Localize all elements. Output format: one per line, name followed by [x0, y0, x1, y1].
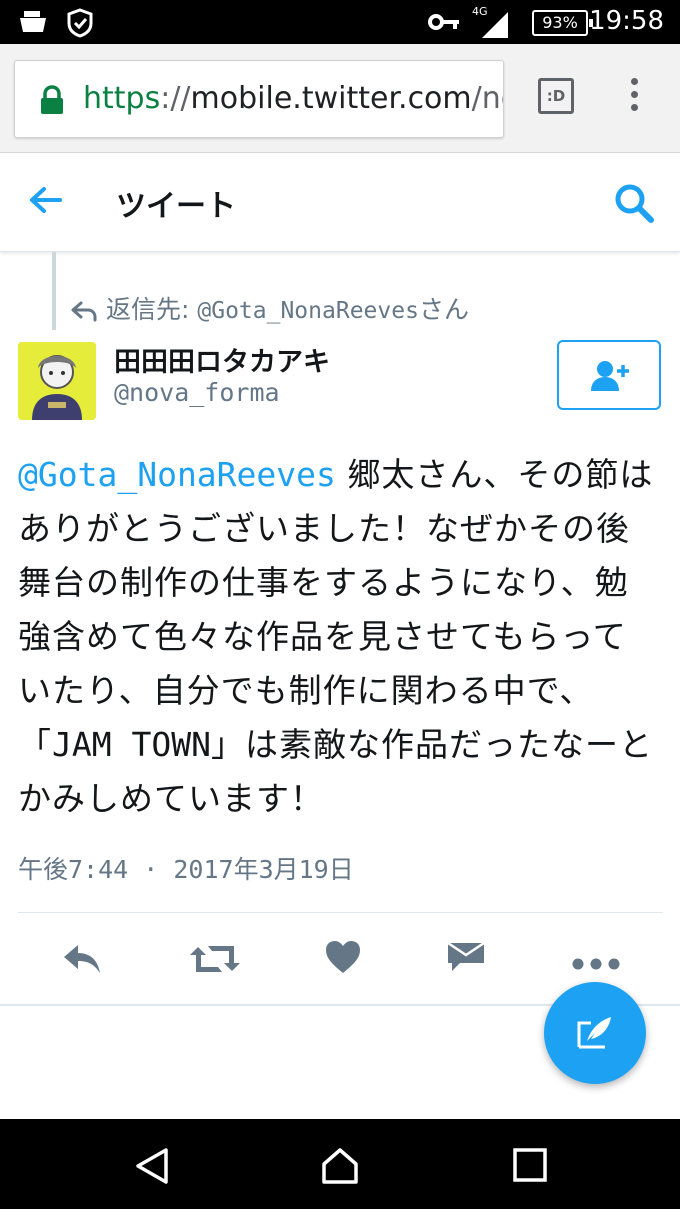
clock: 19:58 [589, 6, 664, 36]
author-display-name[interactable]: 田田田ロタカアキ [114, 340, 330, 379]
battery-level: 93% [542, 13, 578, 32]
app-bar: ツイート [0, 153, 680, 252]
reply-icon[interactable] [60, 941, 104, 981]
like-heart-icon[interactable] [324, 939, 362, 979]
tweet-line-1: 郷太さん、その節は [335, 455, 654, 494]
follow-button[interactable] [557, 340, 661, 410]
page-title: ツイート [116, 189, 236, 224]
nav-back-icon[interactable] [134, 1147, 170, 1189]
url-bar[interactable]: https://mobile.twitter.com/nov [14, 60, 504, 138]
reply-suffix: さん [418, 295, 469, 324]
url-separator: :// [160, 81, 191, 116]
tweet-timestamp: 午後7:44 · 2017年3月19日 [18, 855, 354, 884]
tweet-line-6-title: JAM TOWN [52, 725, 211, 764]
back-arrow-icon[interactable] [28, 185, 62, 219]
nav-home-icon[interactable] [320, 1147, 360, 1189]
search-icon[interactable] [612, 181, 656, 229]
tweet-line-6-rest: 」は素敵な作品だったなーと [210, 725, 653, 764]
key-icon [428, 12, 460, 36]
lock-icon [39, 85, 65, 119]
overflow-menu-icon[interactable] [631, 78, 639, 117]
browser-toolbar: https://mobile.twitter.com/nov :D [0, 44, 680, 153]
compose-tweet-button[interactable] [544, 982, 646, 1084]
shield-icon [66, 8, 94, 42]
tweet-line-6-open: 「 [18, 725, 52, 764]
signal-icon: 4G [472, 4, 512, 44]
notification-icon [16, 8, 50, 40]
url-path: /nov [471, 81, 503, 116]
divider [18, 912, 663, 913]
reply-small-icon [71, 301, 97, 322]
url-text: https://mobile.twitter.com/nov [83, 81, 503, 116]
tweet-actions [0, 935, 680, 985]
battery-icon: 93% [532, 10, 593, 36]
thread-connector [52, 252, 56, 330]
tweet-line-3: 舞台の制作の仕事をするようになり、勉 [18, 563, 629, 602]
network-type: 4G [472, 5, 488, 18]
compose-feather-icon [577, 1017, 611, 1049]
reply-prefix: 返信先: [106, 295, 198, 324]
avatar[interactable] [18, 342, 96, 420]
reply-context[interactable]: 返信先: @Gota_NonaReevesさん [70, 290, 469, 326]
nav-recents-icon[interactable] [512, 1147, 548, 1187]
direct-message-icon[interactable] [446, 941, 486, 977]
tweet-line-5: いたり、自分でも制作に関わる中で、 [18, 671, 594, 710]
tweet-mention[interactable]: @Gota_NonaReeves [18, 455, 336, 494]
tweet-line-2: ありがとうございました！なぜかその後 [18, 509, 630, 548]
author-handle[interactable]: @nova_forma [114, 378, 280, 407]
url-scheme: https [83, 81, 161, 116]
reply-target: @Gota_NonaReeves [197, 298, 419, 324]
status-bar: 4G 93% 19:58 [0, 0, 680, 44]
system-nav-bar [0, 1119, 680, 1209]
add-user-icon [591, 361, 629, 391]
tweet-text: @Gota_NonaReeves 郷太さん、その節は ありがとうございました！な… [18, 448, 663, 826]
url-host: mobile.twitter.com [190, 81, 472, 116]
tab-switcher-button[interactable]: :D [538, 78, 574, 114]
more-options-icon[interactable] [572, 955, 620, 974]
retweet-icon[interactable] [188, 941, 242, 981]
tweet-line-4: 強含めて色々な作品を見させてもらって [18, 617, 627, 656]
tweet-line-7: かみしめています！ [18, 779, 324, 818]
